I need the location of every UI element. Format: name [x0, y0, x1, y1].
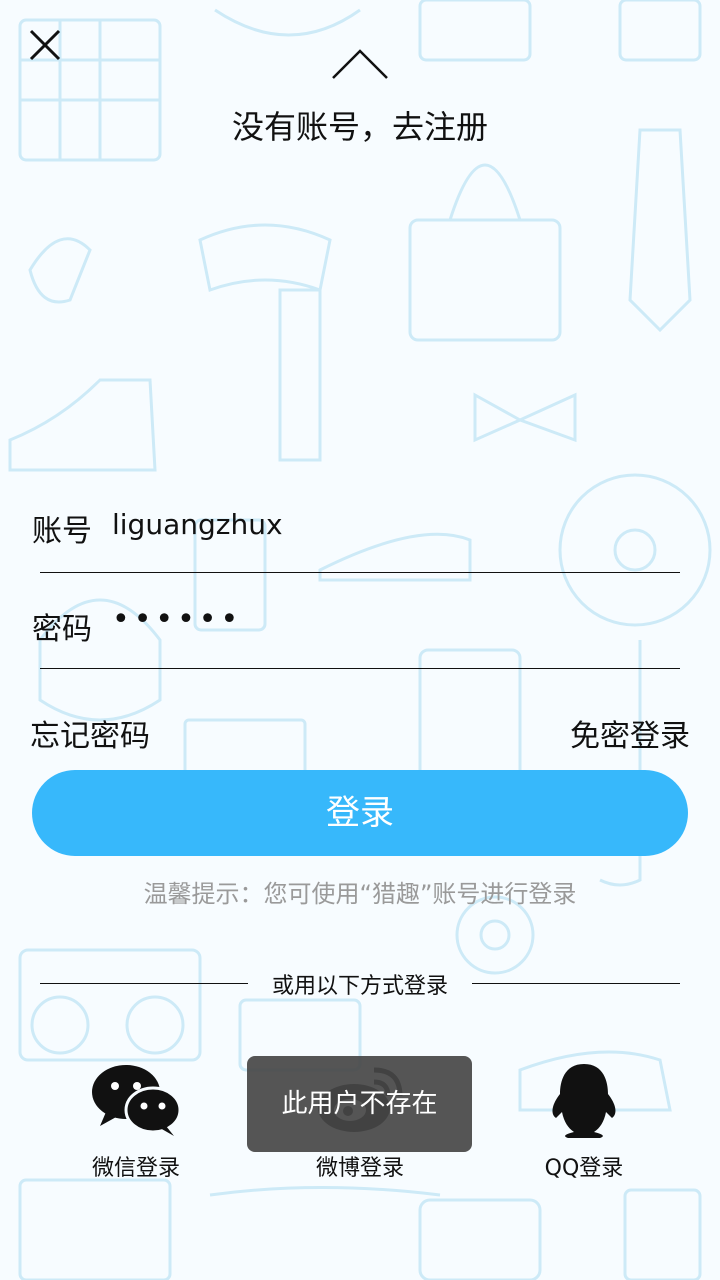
error-toast: 此用户不存在 — [247, 1056, 472, 1152]
login-button[interactable]: 登录 — [32, 770, 688, 856]
divider-left — [40, 983, 248, 984]
qq-login-label: QQ登录 — [544, 1156, 624, 1181]
account-label: 账号 — [32, 514, 92, 549]
password-input[interactable]: •••••• — [112, 602, 242, 637]
wechat-login-button[interactable]: 微信登录 — [56, 1062, 216, 1182]
forgot-password-link[interactable]: 忘记密码 — [30, 711, 150, 755]
alt-login-divider-text: 或用以下方式登录 — [271, 974, 448, 999]
account-underline — [40, 572, 680, 573]
register-link[interactable]: 没有账号，去注册 — [0, 102, 720, 148]
password-underline — [40, 668, 680, 669]
account-input[interactable]: liguangzhux — [112, 508, 283, 541]
weibo-login-label: 微博登录 — [315, 1156, 404, 1181]
wechat-icon — [92, 1065, 182, 1136]
passwordless-login-link[interactable]: 免密登录 — [570, 711, 690, 755]
wechat-login-label: 微信登录 — [91, 1156, 180, 1181]
qq-login-button[interactable]: QQ登录 — [504, 1062, 664, 1182]
login-tip: 温馨提示：您可使用“猎趣”账号进行登录 — [143, 880, 577, 908]
qq-penguin-icon — [552, 1064, 616, 1138]
close-icon[interactable] — [26, 26, 64, 64]
chevron-up-icon[interactable] — [330, 48, 390, 82]
password-label: 密码 — [32, 612, 92, 647]
divider-right — [472, 983, 680, 984]
